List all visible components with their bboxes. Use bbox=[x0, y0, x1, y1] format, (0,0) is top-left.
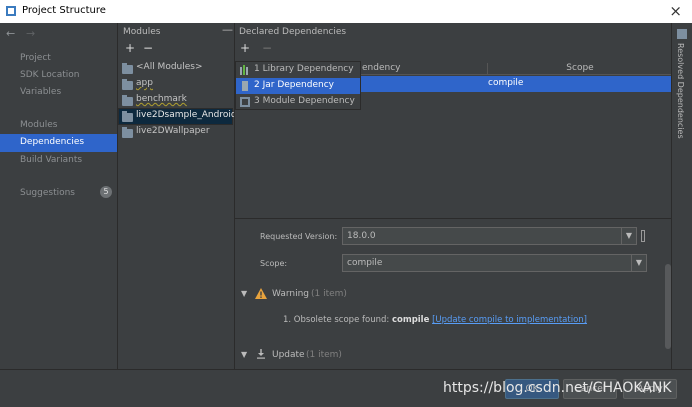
version-edit-icon[interactable] bbox=[641, 230, 645, 242]
popup-module-dependency[interactable]: 3 Module Dependency bbox=[236, 94, 360, 110]
library-icon bbox=[240, 65, 248, 75]
warning-message: 1. Obsolete scope found: compile [Update… bbox=[283, 315, 587, 325]
nav-item-dependencies[interactable]: Dependencies bbox=[20, 137, 84, 147]
scope-dropdown[interactable]: ▼ bbox=[631, 254, 647, 272]
folder-icon bbox=[122, 79, 133, 90]
module-icon bbox=[240, 97, 250, 107]
add-dependency-icon[interactable]: + bbox=[240, 41, 250, 55]
nav-item-sdk-location[interactable]: SDK Location bbox=[20, 70, 79, 80]
nav-item-variables[interactable]: Variables bbox=[20, 87, 61, 97]
update-expand-icon[interactable]: ▼ bbox=[241, 350, 247, 359]
nav-item-modules[interactable]: Modules bbox=[20, 120, 57, 130]
remove-module-icon[interactable]: − bbox=[143, 41, 153, 55]
modules-title: Modules bbox=[123, 27, 161, 37]
nav-item-project[interactable]: Project bbox=[20, 53, 51, 63]
remove-dependency-icon[interactable]: − bbox=[262, 41, 272, 55]
left-nav: ← → Project SDK Location Variables Modul… bbox=[0, 23, 117, 369]
folder-icon bbox=[122, 95, 133, 106]
module-app[interactable]: app bbox=[136, 78, 153, 88]
resolved-dependencies-tab[interactable]: Resolved Dependencies bbox=[676, 43, 685, 139]
dependency-details: Requested Version: 18.0.0 ▼ Scope: compi… bbox=[235, 218, 672, 369]
module-all[interactable]: <All Modules> bbox=[136, 62, 203, 72]
dependencies-icon bbox=[677, 29, 687, 39]
selected-dependency-row[interactable]: compile bbox=[360, 76, 672, 92]
warning-expand-icon[interactable]: ▼ bbox=[241, 289, 247, 298]
nav-item-build-variants[interactable]: Build Variants bbox=[20, 155, 82, 165]
column-header-scope[interactable]: Scope bbox=[487, 63, 672, 75]
right-tool-strip: Resolved Dependencies bbox=[671, 23, 692, 369]
scope-label: Scope: bbox=[260, 259, 288, 268]
column-header-dependency[interactable]: endency bbox=[360, 63, 487, 75]
folder-icon bbox=[122, 111, 133, 122]
warning-bold: compile bbox=[391, 315, 430, 325]
module-live2dwallpaper[interactable]: live2DWallpaper bbox=[136, 126, 210, 136]
declared-title: Declared Dependencies bbox=[239, 27, 347, 37]
modules-pane: Modules — + − <All Modules> app benchmar… bbox=[117, 23, 237, 369]
add-module-icon[interactable]: + bbox=[125, 41, 135, 55]
requested-version-dropdown[interactable]: ▼ bbox=[621, 227, 637, 245]
close-icon[interactable]: × bbox=[669, 2, 682, 20]
suggestions-count-badge: 5 bbox=[100, 186, 112, 198]
update-title: Update bbox=[272, 350, 305, 360]
scope-field[interactable]: compile bbox=[342, 254, 632, 272]
title-bar: Project Structure × bbox=[0, 0, 692, 23]
requested-version-label: Requested Version: bbox=[260, 232, 338, 241]
add-dependency-popup: 1 Library Dependency 2 Jar Dependency 3 … bbox=[235, 61, 361, 110]
warning-icon bbox=[255, 288, 267, 299]
back-arrow-icon[interactable]: ← bbox=[6, 27, 15, 40]
folder-icon bbox=[122, 127, 133, 138]
collapse-icon[interactable]: — bbox=[222, 23, 233, 36]
warning-title: Warning bbox=[272, 289, 310, 299]
dependency-scope-cell: compile bbox=[488, 78, 524, 88]
jar-icon bbox=[242, 81, 248, 91]
window-title: Project Structure bbox=[22, 5, 106, 16]
nav-item-suggestions[interactable]: Suggestions bbox=[20, 188, 75, 198]
requested-version-field[interactable]: 18.0.0 bbox=[342, 227, 622, 245]
app-icon bbox=[6, 6, 16, 16]
popup-jar-dependency[interactable]: 2 Jar Dependency bbox=[236, 78, 360, 94]
declared-dependencies-pane: Declared Dependencies + − endency Scope … bbox=[234, 23, 672, 369]
update-count: (1 item) bbox=[306, 350, 342, 360]
forward-arrow-icon[interactable]: → bbox=[26, 27, 35, 40]
download-icon bbox=[257, 349, 265, 359]
popup-library-dependency[interactable]: 1 Library Dependency bbox=[236, 62, 360, 78]
update-to-implementation-link[interactable]: [Update compile to implementation] bbox=[432, 315, 587, 325]
module-live2dsample-android[interactable]: live2Dsample_Android bbox=[136, 110, 237, 120]
warning-count: (1 item) bbox=[311, 289, 347, 299]
bottom-bar: OK Cancel Apply https://blog.csdn.net/CH… bbox=[0, 369, 692, 407]
module-benchmark[interactable]: benchmark bbox=[136, 94, 187, 104]
watermark-text: https://blog.csdn.net/CHAOKANK bbox=[443, 380, 672, 396]
folder-icon bbox=[122, 63, 133, 74]
